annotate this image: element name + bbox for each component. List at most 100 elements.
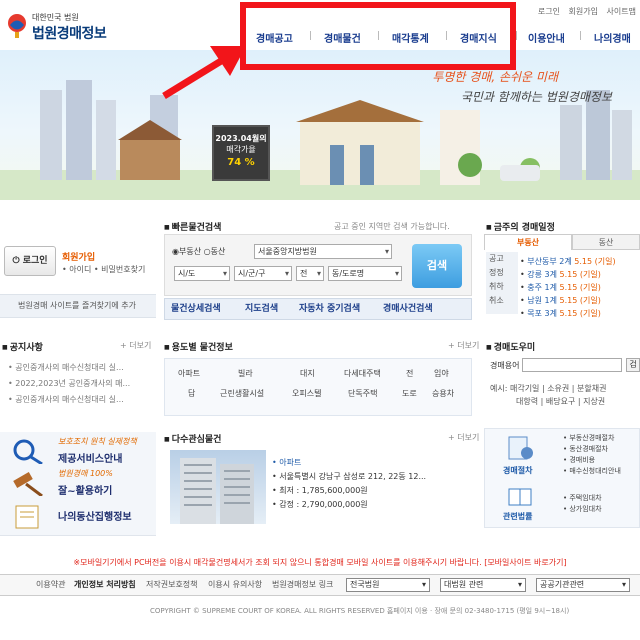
dictionary-input[interactable] — [522, 358, 622, 372]
schedule-item[interactable]: • 목포 3계 5.15 (기일) — [520, 307, 616, 320]
map-search-link[interactable]: 지도검색 — [245, 299, 278, 319]
util-links: 로그인 회원가입 사이트맵 — [532, 6, 636, 17]
use-item[interactable]: 다세대주택 — [344, 368, 381, 379]
billboard-month: 2023.04월의 — [215, 134, 267, 143]
add-favorite-link[interactable]: 법원경매 사이트를 즐겨찾기에 추가 — [0, 294, 156, 318]
notice-more-link[interactable]: + 더보기 — [120, 340, 151, 351]
promo-large: 잘~활용하기 — [58, 486, 113, 497]
schedule-item[interactable]: • 충주 1계 5.15 (기일) — [520, 281, 616, 294]
notice-item[interactable]: • 공인중개사의 매수신청대리 실... — [8, 392, 130, 408]
util-login-link[interactable]: 로그인 — [538, 7, 560, 16]
use-item[interactable]: 대지 — [300, 368, 315, 379]
promo-movable-execution[interactable]: 나의동산집행정보 — [0, 496, 156, 536]
law-label[interactable]: 관련법률 — [503, 511, 532, 522]
filter-notice[interactable]: 공고 — [489, 252, 518, 266]
use-search-title: 용도별 물건정보 — [164, 340, 233, 353]
site-logo[interactable]: 대한민국 법원 법원경매정보 — [6, 10, 146, 44]
filter-correction[interactable]: 정정 — [489, 266, 518, 280]
magnifier-icon — [13, 439, 43, 466]
notice-item[interactable]: • 공인중개사의 매수신청대리 실... — [8, 360, 130, 376]
hero-slogan-1: 투명한 경매, 손쉬운 미래 — [432, 70, 558, 84]
court-family-select[interactable]: 전국법원 — [346, 578, 430, 592]
procedure-link[interactable]: • 부동산경매절차 — [563, 433, 621, 444]
mobile-notice[interactable]: ※모바일기기에서 PC버전을 이용시 매각물건명세서가 조회 되지 않으니 통합… — [0, 557, 640, 568]
court-select[interactable]: 서울중앙지방법원 — [254, 244, 392, 259]
tab-movables[interactable]: 동산 — [572, 234, 640, 250]
use-item[interactable]: 오피스텔 — [292, 388, 321, 399]
use-item[interactable]: 아파트 — [178, 368, 200, 379]
procedure-label[interactable]: 경매절차 — [503, 465, 532, 476]
interest-item-info: • 아파트 • 서울특별시 강남구 삼성로 212, 22동 12... • 최… — [272, 458, 427, 509]
court-emblem-icon — [8, 14, 26, 38]
billboard-value: 74 % — [227, 157, 255, 168]
schedule-list: • 부산동부 2계 5.15 (기일) • 강릉 3계 5.15 (기일) • … — [520, 255, 616, 320]
sigungu-select[interactable]: 시/군/구 — [234, 266, 292, 281]
procedure-link[interactable]: • 동산경매절차 — [563, 444, 621, 455]
use-item[interactable]: 빌라 — [238, 368, 253, 379]
interest-address[interactable]: 서울특별시 강남구 삼성로 212, 22동 12... — [279, 472, 426, 481]
use-item[interactable]: 도로 — [402, 388, 417, 399]
use-item[interactable]: 전 — [406, 368, 413, 379]
vehicle-search-link[interactable]: 자동차 중기검색 — [299, 299, 360, 319]
procedure-link[interactable]: • 매수신청대리안내 — [563, 466, 621, 477]
nav-my-auction[interactable]: 나의경매 — [594, 30, 631, 45]
nav-usage-guide[interactable]: 이용안내 — [528, 30, 565, 45]
use-item[interactable]: 승용차 — [432, 388, 454, 399]
highlight-arrow-icon — [162, 46, 246, 99]
procedure-links: • 부동산경매절차 • 동산경매절차 • 경매비용 • 매수신청대리안내 — [563, 433, 621, 477]
all-select[interactable]: 전 — [296, 266, 324, 281]
dictionary-examples: 예시: 매각기일 | 소유권 | 분할채권 대항력 | 배당요구 | 지상권 — [490, 384, 607, 406]
dictionary-search-button[interactable]: 검 — [626, 358, 640, 372]
document-icon — [15, 505, 39, 529]
law-link[interactable]: • 주택임대차 — [563, 493, 602, 504]
footer-copyright-policy-link[interactable]: 저작권보호정책 — [146, 575, 198, 595]
procedure-panel: 경매절차 • 부동산경매절차 • 동산경매절차 • 경매비용 • 매수신청대리안… — [484, 428, 640, 528]
schedule-title: 금주의 경매일정 — [486, 220, 555, 233]
use-search-more-link[interactable]: + 더보기 — [448, 340, 479, 351]
use-item[interactable]: 임야 — [434, 368, 449, 379]
interest-more-link[interactable]: + 더보기 — [448, 432, 479, 443]
interest-item-photo[interactable] — [170, 450, 266, 524]
detail-search-link[interactable]: 물건상세검색 — [171, 299, 221, 319]
supreme-court-select[interactable]: 대법원 관련 — [440, 578, 526, 592]
case-search-link[interactable]: 경매사건검색 — [383, 299, 433, 319]
apartment-photo — [180, 458, 254, 524]
footer-related-link[interactable]: 법원경매정보 링크 — [272, 575, 333, 595]
login-button[interactable]: ⏻ 로그인 — [4, 246, 56, 276]
footer-terms-link[interactable]: 이용약관 — [36, 575, 65, 595]
use-item[interactable]: 단독주택 — [348, 388, 377, 399]
footer-caution-link[interactable]: 이용시 유의사항 — [208, 575, 262, 595]
notice-list: • 공인중개사의 매수신청대리 실... • 2022,2023년 공인중개사의… — [8, 360, 130, 408]
law-link[interactable]: • 상가임대차 — [563, 504, 602, 515]
search-button[interactable]: 검색 — [412, 244, 462, 288]
tab-realestate[interactable]: 부동산 — [484, 234, 572, 250]
sido-select[interactable]: 시/도 — [174, 266, 230, 281]
schedule-item[interactable]: • 남원 1계 5.15 (기일) — [520, 294, 616, 307]
use-item[interactable]: 답 — [188, 388, 195, 399]
radio-realestate[interactable]: ◉부동산 ○동산 — [172, 246, 225, 257]
find-account-link[interactable]: • 아이디 • 비밀번호찾기 — [62, 264, 145, 275]
filter-cancel[interactable]: 취소 — [489, 294, 518, 308]
sale-rate-billboard[interactable]: 2023.04월의 매각가율 74 % — [212, 125, 270, 181]
schedule-item[interactable]: • 부산동부 2계 5.15 (기일) — [520, 255, 616, 268]
example-terms-2[interactable]: 대항력 | 배당요구 | 지상권 — [516, 397, 605, 406]
procedure-icon — [508, 436, 533, 460]
util-join-link[interactable]: 회원가입 — [569, 7, 598, 16]
interest-min-price: 최저 : 1,785,600,000원 — [279, 486, 368, 495]
filter-withdraw[interactable]: 취하 — [489, 280, 518, 294]
public-agency-select[interactable]: 공공기관관련 — [536, 578, 630, 592]
footer-privacy-link[interactable]: 개인정보 처리방침 — [74, 575, 136, 595]
procedure-link[interactable]: • 경매비용 — [563, 455, 621, 466]
schedule-item[interactable]: • 강릉 3계 5.15 (기일) — [520, 268, 616, 281]
law-links: • 주택임대차 • 상가임대차 — [563, 493, 602, 515]
join-link[interactable]: 회원가입 — [62, 250, 95, 263]
logo-small-text: 대한민국 법원 — [32, 13, 79, 22]
use-item[interactable]: 근린생활시설 — [220, 388, 264, 399]
interest-type[interactable]: 아파트 — [279, 458, 301, 467]
schedule-filter-labels: 공고 정정 취하 취소 — [486, 252, 518, 314]
util-sitemap-link[interactable]: 사이트맵 — [607, 7, 636, 16]
example-terms-1[interactable]: 매각기일 | 소유권 | 분할채권 — [510, 384, 607, 393]
promo-large: 나의동산집행정보 — [58, 512, 132, 523]
dong-select[interactable]: 동/도로명 — [328, 266, 402, 281]
notice-item[interactable]: • 2022,2023년 공인중개사의 매... — [8, 376, 130, 392]
